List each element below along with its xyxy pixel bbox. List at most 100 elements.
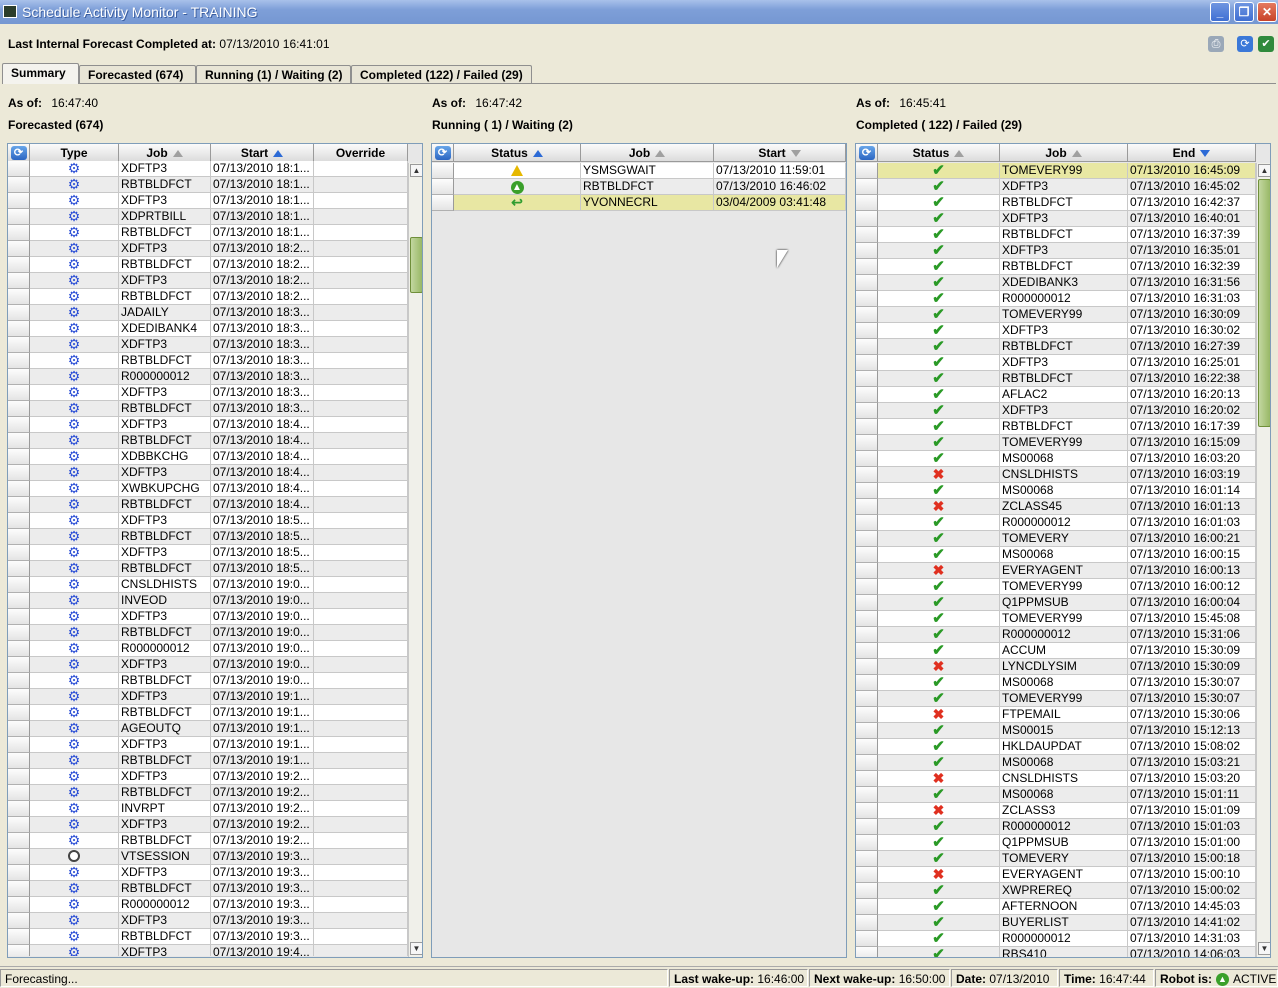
row-header[interactable] <box>856 515 878 531</box>
override-cell[interactable] <box>314 289 408 305</box>
row-header[interactable] <box>8 177 30 193</box>
table-row[interactable]: ✔ Q1PPMSUB 07/13/2010 15:01:00 <box>856 835 1256 851</box>
override-cell[interactable] <box>314 209 408 225</box>
override-cell[interactable] <box>314 737 408 753</box>
table-row[interactable]: ✔ RBTBLDFCT 07/13/2010 16:22:38 <box>856 371 1256 387</box>
col-start[interactable]: Start <box>714 144 846 161</box>
table-row[interactable]: ⚙ RBTBLDFCT 07/13/2010 18:2... <box>8 257 408 273</box>
row-header[interactable] <box>8 417 30 433</box>
row-header[interactable] <box>8 657 30 673</box>
row-header[interactable] <box>856 355 878 371</box>
row-header[interactable] <box>8 209 30 225</box>
override-cell[interactable] <box>314 801 408 817</box>
table-row[interactable]: ✔ XDFTP3 07/13/2010 16:25:01 <box>856 355 1256 371</box>
refresh-icon[interactable]: ⟳ <box>1237 36 1253 52</box>
override-cell[interactable] <box>314 545 408 561</box>
override-cell[interactable] <box>314 689 408 705</box>
row-header[interactable] <box>8 865 30 881</box>
table-row[interactable]: ⚙ RBTBLDFCT 07/13/2010 18:1... <box>8 177 408 193</box>
table-row[interactable]: ⚙ RBTBLDFCT 07/13/2010 18:4... <box>8 497 408 513</box>
table-row[interactable]: ✔ XDFTP3 07/13/2010 16:40:01 <box>856 211 1256 227</box>
override-cell[interactable] <box>314 609 408 625</box>
table-row[interactable]: ✔ MS00015 07/13/2010 15:12:13 <box>856 723 1256 739</box>
table-row[interactable]: ✔ RBTBLDFCT 07/13/2010 16:32:39 <box>856 259 1256 275</box>
scroll-down-arrow[interactable]: ▼ <box>1258 942 1270 955</box>
table-row[interactable]: ⚙ RBTBLDFCT 07/13/2010 19:2... <box>8 785 408 801</box>
row-header[interactable] <box>856 723 878 739</box>
table-row[interactable]: ⚙ XDPRTBILL 07/13/2010 18:1... <box>8 209 408 225</box>
minimize-button[interactable]: _ <box>1210 2 1230 22</box>
table-row[interactable]: ⚙ RBTBLDFCT 07/13/2010 18:4... <box>8 433 408 449</box>
row-header[interactable] <box>856 291 878 307</box>
row-header[interactable] <box>8 929 30 945</box>
table-row[interactable]: ✖ EVERYAGENT 07/13/2010 16:00:13 <box>856 563 1256 579</box>
table-row[interactable]: ↩ YVONNECRL 03/04/2009 03:41:48 <box>432 195 846 211</box>
table-row[interactable]: ⚙ XDFTP3 07/13/2010 18:1... <box>8 161 408 177</box>
col-type[interactable]: Type <box>30 144 119 161</box>
forecasted-refresh-button[interactable]: ⟳ <box>8 144 30 161</box>
col-job[interactable]: Job <box>581 144 714 161</box>
running-refresh-button[interactable]: ⟳ <box>432 144 454 161</box>
table-row[interactable]: ✔ TOMEVERY 07/13/2010 15:00:18 <box>856 851 1256 867</box>
table-row[interactable]: ⚙ R000000012 07/13/2010 19:3... <box>8 897 408 913</box>
row-header[interactable] <box>8 721 30 737</box>
tab-forecasted[interactable]: Forecasted (674) <box>79 65 196 84</box>
table-row[interactable]: ✔ RBTBLDFCT 07/13/2010 16:27:39 <box>856 339 1256 355</box>
row-header[interactable] <box>8 673 30 689</box>
table-row[interactable]: ⚙ XDFTP3 07/13/2010 19:2... <box>8 817 408 833</box>
table-row[interactable]: ✔ XDFTP3 07/13/2010 16:20:02 <box>856 403 1256 419</box>
table-row[interactable]: ✔ RBS410 07/13/2010 14:06:03 <box>856 947 1256 957</box>
table-row[interactable]: ✖ CNSLDHISTS 07/13/2010 16:03:19 <box>856 467 1256 483</box>
table-row[interactable]: ✔ R000000012 07/13/2010 16:31:03 <box>856 291 1256 307</box>
table-row[interactable]: ✖ CNSLDHISTS 07/13/2010 15:03:20 <box>856 771 1256 787</box>
row-header[interactable] <box>856 915 878 931</box>
checklist-icon[interactable]: ✔ <box>1258 36 1274 52</box>
override-cell[interactable] <box>314 337 408 353</box>
row-header[interactable] <box>856 483 878 499</box>
table-row[interactable]: ✖ FTPEMAIL 07/13/2010 15:30:06 <box>856 707 1256 723</box>
override-cell[interactable] <box>314 913 408 929</box>
row-header[interactable] <box>8 577 30 593</box>
table-row[interactable]: ⚙ XDFTP3 07/13/2010 19:2... <box>8 769 408 785</box>
table-row[interactable]: ✔ RBTBLDFCT 07/13/2010 16:42:37 <box>856 195 1256 211</box>
row-header[interactable] <box>856 579 878 595</box>
table-row[interactable]: ✔ MS00068 07/13/2010 16:03:20 <box>856 451 1256 467</box>
row-header[interactable] <box>856 419 878 435</box>
table-row[interactable]: ✔ TOMEVERY99 07/13/2010 15:30:07 <box>856 691 1256 707</box>
table-row[interactable]: ⚙ XDFTP3 07/13/2010 19:3... <box>8 865 408 881</box>
row-header[interactable] <box>8 193 30 209</box>
scroll-thumb[interactable] <box>1258 179 1270 427</box>
col-status[interactable]: Status <box>454 144 581 161</box>
row-header[interactable] <box>8 689 30 705</box>
override-cell[interactable] <box>314 241 408 257</box>
row-header[interactable] <box>856 819 878 835</box>
scroll-up-arrow[interactable]: ▲ <box>410 164 422 177</box>
row-header[interactable] <box>856 755 878 771</box>
row-header[interactable] <box>856 867 878 883</box>
override-cell[interactable] <box>314 449 408 465</box>
table-row[interactable]: ✔ MS00068 07/13/2010 15:03:21 <box>856 755 1256 771</box>
override-cell[interactable] <box>314 369 408 385</box>
override-cell[interactable] <box>314 305 408 321</box>
override-cell[interactable] <box>314 865 408 881</box>
override-cell[interactable] <box>314 641 408 657</box>
row-header[interactable] <box>8 817 30 833</box>
row-header[interactable] <box>8 497 30 513</box>
table-row[interactable]: VTSESSION 07/13/2010 19:3... <box>8 849 408 865</box>
table-row[interactable]: ⚙ RBTBLDFCT 07/13/2010 19:1... <box>8 705 408 721</box>
table-row[interactable]: ⚙ XDFTP3 07/13/2010 18:5... <box>8 545 408 561</box>
table-row[interactable]: ✔ Q1PPMSUB 07/13/2010 16:00:04 <box>856 595 1256 611</box>
table-row[interactable]: ✔ HKLDAUPDAT 07/13/2010 15:08:02 <box>856 739 1256 755</box>
table-row[interactable]: ✔ TOMEVERY99 07/13/2010 16:30:09 <box>856 307 1256 323</box>
table-row[interactable]: ✖ ZCLASS3 07/13/2010 15:01:09 <box>856 803 1256 819</box>
row-header[interactable] <box>8 401 30 417</box>
table-row[interactable]: ⚙ RBTBLDFCT 07/13/2010 18:5... <box>8 529 408 545</box>
override-cell[interactable] <box>314 881 408 897</box>
row-header[interactable] <box>432 163 454 179</box>
row-header[interactable] <box>8 593 30 609</box>
scroll-thumb[interactable] <box>410 237 422 293</box>
table-row[interactable]: ✔ TOMEVERY 07/13/2010 16:00:21 <box>856 531 1256 547</box>
row-header[interactable] <box>856 611 878 627</box>
row-header[interactable] <box>856 211 878 227</box>
table-row[interactable]: ⚙ R000000012 07/13/2010 18:3... <box>8 369 408 385</box>
